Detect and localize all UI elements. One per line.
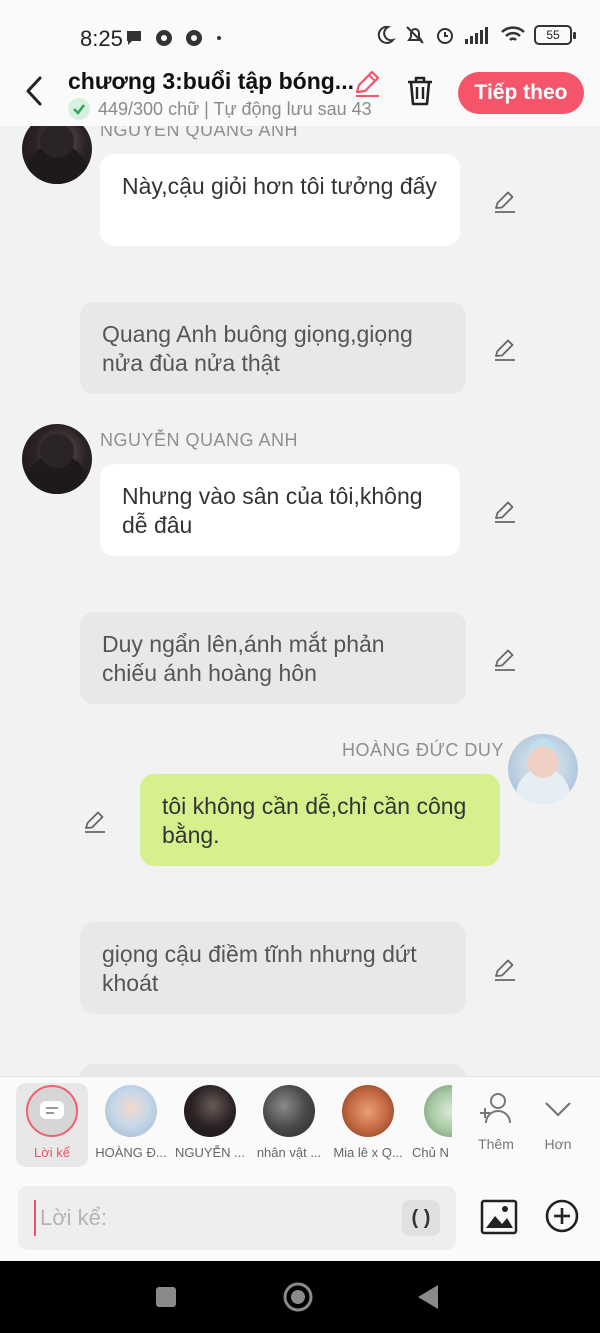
speaker-name: HOÀNG ĐỨC DUY bbox=[342, 740, 504, 760]
narration-bubble[interactable]: giọng cậu điềm tĩnh nhưng dứt khoát bbox=[80, 922, 466, 1014]
more-button[interactable]: Hơn bbox=[528, 1091, 588, 1152]
back-arrow-icon[interactable] bbox=[20, 74, 48, 108]
edit-message-icon[interactable] bbox=[82, 808, 108, 834]
signal-icon bbox=[465, 27, 488, 44]
edit-title-icon[interactable] bbox=[352, 68, 382, 98]
character-chu-n[interactable]: Chủ N bbox=[408, 1083, 452, 1160]
message-bubble[interactable]: tôi không cần dễ,chỉ cần công bằng. bbox=[140, 774, 500, 866]
add-label: Thêm bbox=[478, 1136, 514, 1152]
chapter-title[interactable]: chương 3:buổi tập bóng... bbox=[68, 68, 354, 95]
system-nav-bar bbox=[0, 1261, 600, 1333]
character-label: HOÀNG Đ... bbox=[95, 1145, 167, 1160]
edit-message-icon[interactable] bbox=[492, 188, 518, 214]
word-count-status: 449/300 chữ | Tự động lưu sau 43 bbox=[68, 98, 372, 120]
message-bubble[interactable]: Nhưng vào sân của tôi,không dễ đâu bbox=[100, 464, 460, 556]
character-label: Mia lê x Q... bbox=[333, 1145, 403, 1160]
chrome-icon bbox=[186, 30, 202, 46]
status-bar: 8:25 55 bbox=[0, 0, 600, 68]
chevron-down-icon bbox=[545, 1102, 571, 1117]
character-selector: Lời kể HOÀNG Đ... NGUYỄN ... nhân vật ..… bbox=[0, 1076, 600, 1176]
character-hoang-duc-duy[interactable]: HOÀNG Đ... bbox=[92, 1083, 170, 1160]
back-icon[interactable] bbox=[416, 1283, 440, 1311]
character-label: NGUYỄN ... bbox=[174, 1145, 246, 1160]
chrome-icon bbox=[156, 30, 172, 46]
speaker-name: NGUYỄN QUANG ANH bbox=[100, 126, 299, 140]
system-icons: 55 bbox=[374, 24, 576, 46]
home-icon[interactable] bbox=[282, 1281, 314, 1313]
editor-header: chương 3:buổi tập bóng... 449/300 chữ | … bbox=[0, 60, 600, 126]
character-nguyen-quang-anh[interactable]: NGUYỄN ... bbox=[171, 1083, 249, 1160]
character-mia-le[interactable]: Mia lê x Q... bbox=[329, 1083, 407, 1160]
character-label: Chủ N bbox=[412, 1145, 449, 1160]
check-icon bbox=[68, 98, 90, 120]
story-chat[interactable]: NGUYỄN QUANG ANH Này,cậu giỏi hơn tôi tư… bbox=[0, 126, 600, 1076]
battery-icon: 55 bbox=[534, 25, 576, 45]
edit-message-icon[interactable] bbox=[492, 956, 518, 982]
dot-icon bbox=[217, 36, 221, 40]
speaker-name: NGUYỄN QUANG ANH bbox=[100, 430, 299, 450]
avatar bbox=[105, 1085, 157, 1137]
add-person-icon bbox=[480, 1093, 511, 1124]
avatar bbox=[342, 1085, 394, 1137]
avatar bbox=[424, 1085, 452, 1137]
composer: ( ) bbox=[0, 1176, 600, 1261]
composer-field: ( ) bbox=[18, 1186, 456, 1250]
alarm-icon bbox=[437, 28, 453, 44]
avatar bbox=[184, 1085, 236, 1137]
character-label: Lời kể bbox=[34, 1145, 70, 1160]
wifi-icon bbox=[501, 26, 525, 41]
trash-icon[interactable] bbox=[404, 74, 436, 108]
avatar-nguyen-quang-anh[interactable] bbox=[22, 126, 92, 184]
image-icon[interactable] bbox=[480, 1198, 518, 1236]
add-character-button[interactable]: Thêm bbox=[466, 1091, 526, 1152]
parenthesis-button[interactable]: ( ) bbox=[402, 1200, 440, 1236]
bell-off-icon bbox=[406, 26, 424, 44]
add-icon[interactable] bbox=[544, 1198, 580, 1234]
edit-message-icon[interactable] bbox=[492, 646, 518, 672]
next-button[interactable]: Tiếp theo bbox=[458, 72, 584, 114]
message-bubble[interactable]: Này,cậu giỏi hơn tôi tưởng đấy bbox=[100, 154, 460, 246]
notification-icons bbox=[124, 28, 224, 48]
recents-icon[interactable] bbox=[154, 1285, 178, 1309]
narration-bubble-partial[interactable] bbox=[80, 1064, 466, 1076]
word-count-text: 449/300 chữ | Tự động lưu sau 43 bbox=[98, 98, 372, 119]
character-narrator[interactable]: Lời kể bbox=[16, 1083, 88, 1167]
edit-message-icon[interactable] bbox=[492, 498, 518, 524]
message-icon bbox=[127, 31, 141, 45]
character-nhan-vat[interactable]: nhân vật ... bbox=[250, 1083, 328, 1160]
avatar-hoang-duc-duy[interactable] bbox=[508, 734, 578, 804]
avatar bbox=[263, 1085, 315, 1137]
more-label: Hơn bbox=[544, 1136, 572, 1152]
narration-icon bbox=[26, 1085, 78, 1137]
character-label: nhân vật ... bbox=[256, 1145, 322, 1160]
avatar-nguyen-quang-anh[interactable] bbox=[22, 424, 92, 494]
moon-icon bbox=[377, 25, 396, 44]
narration-bubble[interactable]: Quang Anh buông giọng,giọng nửa đùa nửa … bbox=[80, 302, 466, 394]
composer-input[interactable] bbox=[34, 1200, 394, 1236]
narration-bubble[interactable]: Duy ngẩn lên,ánh mắt phản chiếu ánh hoàn… bbox=[80, 612, 466, 704]
edit-message-icon[interactable] bbox=[492, 336, 518, 362]
status-time: 8:25 bbox=[80, 26, 123, 51]
